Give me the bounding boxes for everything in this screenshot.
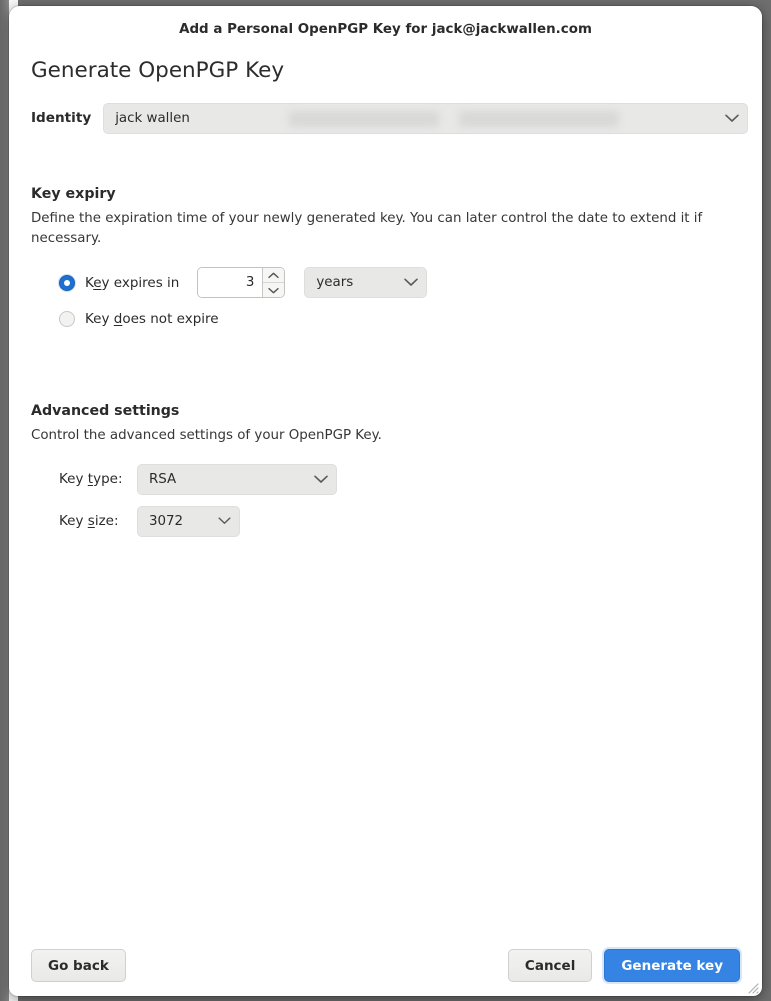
- key-does-not-expire-row[interactable]: Key does not expire: [59, 311, 748, 328]
- go-back-button[interactable]: Go back: [31, 949, 126, 982]
- cancel-button[interactable]: Cancel: [507, 949, 593, 982]
- chevron-down-icon: [268, 287, 280, 294]
- identity-row: Identity jack wallen: [31, 102, 748, 134]
- expiry-unit-dropdown[interactable]: years: [304, 267, 428, 299]
- advanced-settings-description: Control the advanced settings of your Op…: [31, 428, 382, 444]
- expiry-value-spinbutton[interactable]: 3: [197, 267, 286, 299]
- resize-grip-icon[interactable]: [745, 980, 759, 994]
- dialog-content: Generate OpenPGP Key Identity jack walle…: [9, 53, 762, 934]
- radio-key-expires-in[interactable]: [59, 274, 75, 291]
- key-size-value: 3072: [149, 513, 184, 529]
- key-type-label: Key type:: [59, 471, 123, 488]
- identity-dropdown[interactable]: jack wallen: [103, 102, 748, 134]
- radio-key-does-not-expire-label: Key does not expire: [85, 311, 219, 328]
- chevron-up-icon: [268, 272, 280, 278]
- key-size-row: Key size: 3072: [59, 505, 748, 537]
- advanced-settings-title: Advanced settings: [31, 403, 180, 420]
- key-expires-in-row[interactable]: Key expires in 3 years: [59, 267, 748, 299]
- identity-value: jack wallen: [115, 110, 190, 126]
- dialog-headerbar: Add a Personal OpenPGP Key for jack@jack…: [9, 6, 762, 53]
- chevron-down-icon: [202, 517, 231, 525]
- expiry-unit-value: years: [316, 275, 354, 291]
- chevron-down-icon: [715, 114, 739, 123]
- key-type-dropdown[interactable]: RSA: [137, 463, 337, 495]
- key-expiry-title: Key expiry: [31, 185, 116, 202]
- desktop-backdrop: C D a e o i c a Add a Personal OpenPGP K…: [0, 0, 771, 1001]
- spin-down-button[interactable]: [263, 283, 284, 298]
- dialog-title: Add a Personal OpenPGP Key for jack@jack…: [179, 22, 592, 37]
- key-size-dropdown[interactable]: 3072: [137, 505, 240, 537]
- radio-key-does-not-expire[interactable]: [59, 311, 75, 328]
- page-title: Generate OpenPGP Key: [31, 58, 285, 83]
- key-size-label: Key size:: [59, 513, 119, 530]
- generate-key-button[interactable]: Generate key: [604, 949, 740, 982]
- radio-key-expires-in-label: Key expires in: [85, 274, 180, 291]
- chevron-down-icon: [394, 278, 419, 287]
- dialog-footer: Go back Cancel Generate key: [9, 934, 762, 996]
- identity-label: Identity: [31, 110, 92, 127]
- spin-up-button[interactable]: [263, 268, 285, 283]
- chevron-down-icon: [304, 475, 328, 484]
- window-shadow-edge: [0, 0, 9, 1001]
- key-expiry-description: Define the expiration time of your newly…: [31, 210, 703, 247]
- key-type-row: Key type: RSA: [59, 463, 748, 495]
- expiry-value-input[interactable]: 3: [198, 268, 263, 298]
- footer-actions: Cancel Generate key: [507, 949, 740, 982]
- spinbutton-buttons[interactable]: [262, 268, 285, 298]
- generate-openpgp-key-dialog: Add a Personal OpenPGP Key for jack@jack…: [9, 6, 762, 996]
- redacted-block: [459, 110, 620, 127]
- redacted-block: [289, 110, 440, 127]
- key-type-value: RSA: [149, 471, 177, 487]
- advanced-settings-section: Advanced settings Control the advanced s…: [31, 403, 748, 537]
- key-expiry-section: Key expiry Define the expiration time of…: [31, 186, 748, 328]
